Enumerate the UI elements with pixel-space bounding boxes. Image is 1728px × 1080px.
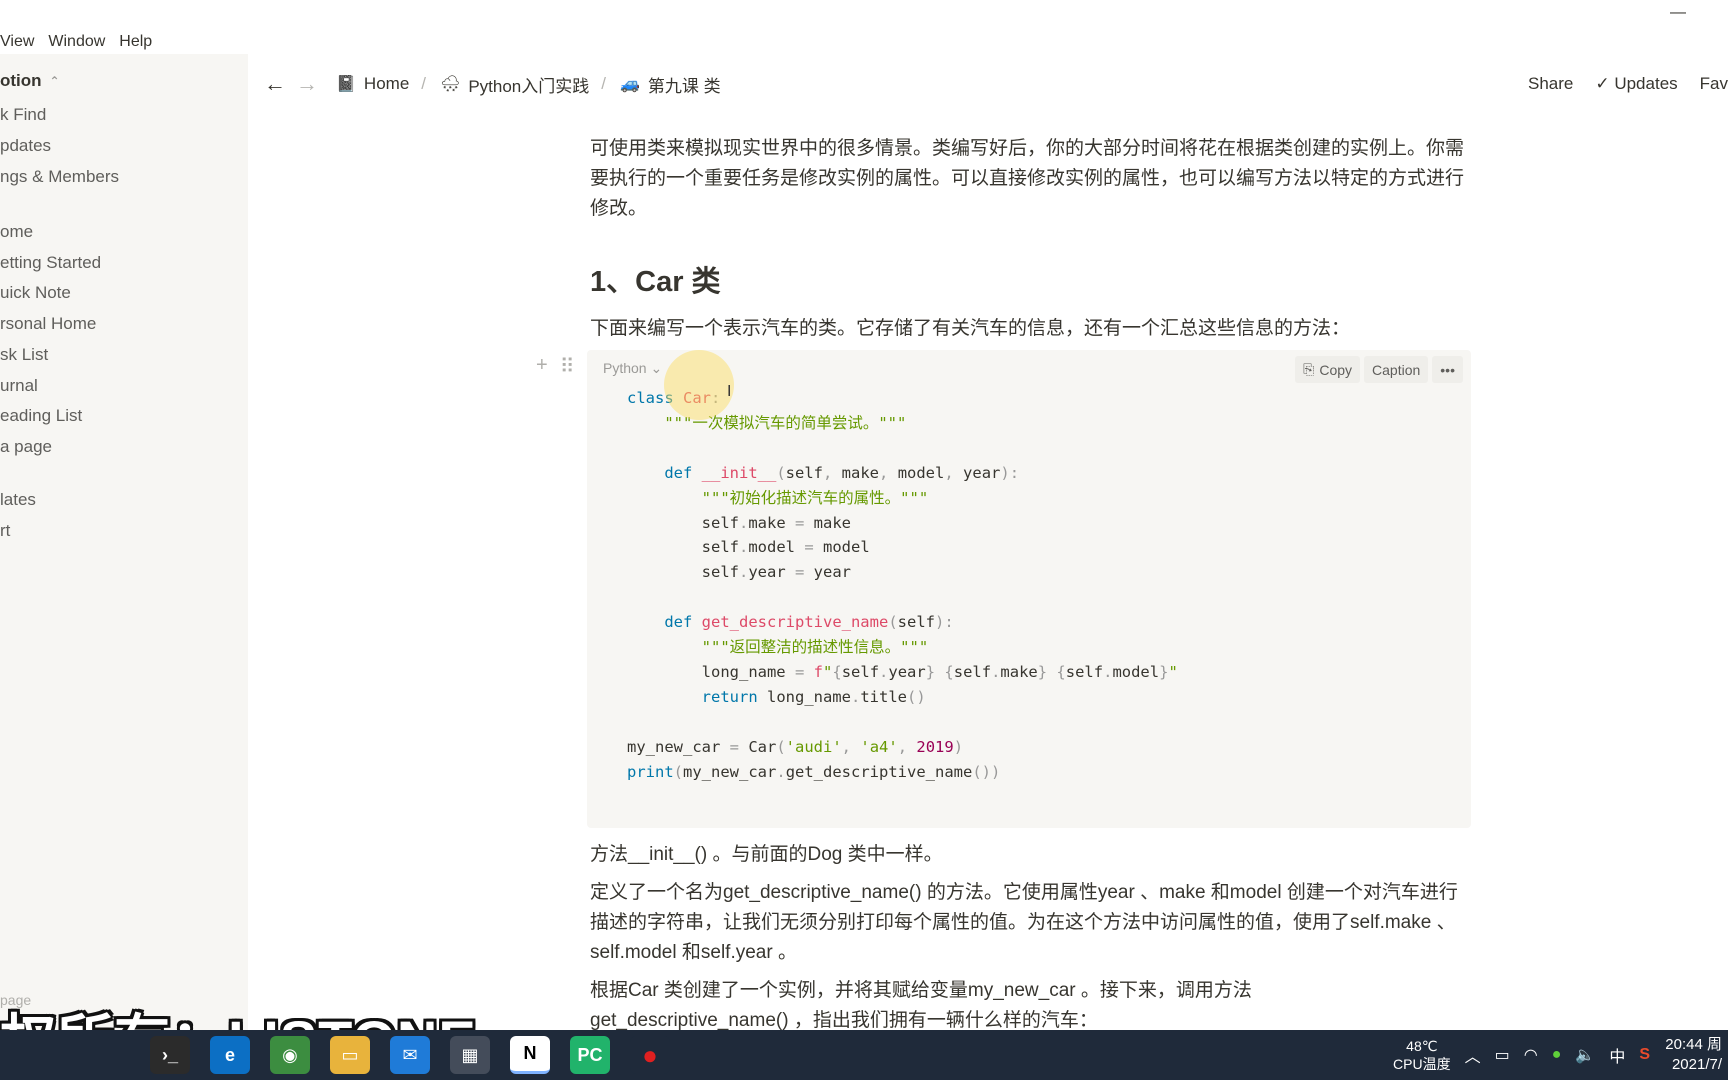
sidebar-page-journal[interactable]: urnal	[0, 376, 38, 396]
window-titlebar: —	[0, 0, 1728, 26]
sidebar: otion ⌃ k Find pdates ngs & Members ome …	[0, 54, 248, 1030]
intro-paragraph: 可使用类来模拟现实世界中的很多情景。类编写好后，你的大部分时间将花在根据类创建的…	[590, 138, 1465, 219]
volume-icon[interactable]: 🔈	[1575, 1045, 1595, 1065]
clock[interactable]: 20:44 周 2021/7/	[1664, 1035, 1722, 1075]
chevron-updown-icon: ⌃	[49, 74, 60, 88]
code-actions: ⎘ Copy Caption •••	[1295, 356, 1463, 383]
minimize-button[interactable]: —	[1670, 4, 1686, 22]
taskbar-apps: ›_ e ◉ ▭ ✉ ▦ N PC ●	[150, 1036, 670, 1074]
drag-handle-icon[interactable]: ⠿	[560, 354, 575, 379]
temp-label: CPU温度	[1393, 1056, 1451, 1072]
workspace-name: otion	[0, 71, 42, 90]
lead-paragraph: 下面来编写一个表示汽车的类。它存储了有关汽车的信息，还有一个汇总这些信息的方法：	[590, 318, 1351, 339]
temp-value: 48℃	[1406, 1038, 1438, 1054]
mail-icon[interactable]: ✉	[390, 1036, 430, 1074]
taskbar: ›_ e ◉ ▭ ✉ ▦ N PC ● 48℃ CPU温度 ︿ ▭ ◠ ● 🔈 …	[0, 1030, 1728, 1080]
code-block[interactable]: Python ⌄ ⎘ Copy Caption ••• class Car: ""…	[587, 350, 1471, 828]
menu-window[interactable]: Window	[48, 29, 112, 55]
menu-view[interactable]: View	[0, 29, 41, 55]
code-language-select[interactable]: Python ⌄	[603, 360, 662, 377]
sidebar-page-getting-started[interactable]: etting Started	[0, 253, 101, 273]
forward-arrow-icon[interactable]: →	[292, 71, 322, 97]
copy-icon: ⎘	[1303, 361, 1315, 377]
file-explorer-icon[interactable]: ▭	[330, 1036, 370, 1074]
pycharm-icon[interactable]: PC	[570, 1036, 610, 1074]
sidebar-item-templates[interactable]: lates	[0, 490, 36, 510]
wifi-icon[interactable]: ◠	[1524, 1045, 1538, 1065]
back-arrow-icon[interactable]: ←	[260, 71, 290, 97]
menu-help[interactable]: Help	[119, 29, 159, 55]
caption-button[interactable]: Caption	[1364, 356, 1429, 383]
sidebar-item-settings[interactable]: ngs & Members	[0, 167, 119, 187]
sidebar-page-task-list[interactable]: sk List	[0, 345, 48, 365]
code-text[interactable]: class Car: """一次模拟汽车的简单尝试。""" def __init…	[627, 386, 1178, 785]
breadcrumb-separator: /	[601, 74, 606, 93]
menu-bar: View Window Help	[0, 29, 166, 55]
text-cursor-icon: I	[727, 383, 732, 400]
sidebar-item-quick-find[interactable]: k Find	[0, 105, 46, 125]
sogou-icon[interactable]: S	[1639, 1046, 1650, 1064]
breadcrumb-home[interactable]: 📓 Home	[336, 74, 409, 94]
copy-button[interactable]: ⎘ Copy	[1295, 356, 1361, 383]
store-icon[interactable]: ▦	[450, 1036, 490, 1074]
edge-icon[interactable]: e	[210, 1036, 250, 1074]
breadcrumb-label: 第九课 类	[647, 76, 721, 96]
snow-cloud-icon: 🌨	[440, 76, 461, 93]
topbar: ← → 📓 Home / 🌨 Python入门实践 / 🚙 第九课 类 Shar…	[248, 62, 1728, 106]
sidebar-page-personal-home[interactable]: rsonal Home	[0, 314, 96, 334]
sidebar-page-quick-note[interactable]: uick Note	[0, 283, 71, 303]
page-content: 可使用类来模拟现实世界中的很多情景。类编写好后，你的大部分时间将花在根据类创建的…	[590, 104, 1474, 344]
sidebar-item-import[interactable]: rt	[0, 521, 10, 541]
breadcrumb-lesson9[interactable]: 🚙 第九课 类	[620, 72, 721, 97]
plus-icon[interactable]: +	[536, 354, 548, 379]
security-icon[interactable]: ●	[1552, 1046, 1562, 1064]
workspace-switcher[interactable]: otion ⌃	[0, 71, 60, 91]
paragraph-instance: 根据Car 类创建了一个实例，并将其赋给变量my_new_car 。接下来，调用…	[590, 980, 1252, 1001]
paragraph-init: 方法__init__() 。与前面的Dog 类中一样。	[590, 844, 943, 865]
clock-time: 20:44 周	[1665, 1036, 1722, 1053]
updates-button[interactable]: ✓ Updates	[1595, 74, 1677, 94]
after-code-content: 方法__init__() 。与前面的Dog 类中一样。 定义了一个名为get_d…	[590, 840, 1474, 1044]
section-heading: 1、Car 类	[590, 266, 721, 298]
breadcrumb-label: Python入门实践	[468, 76, 590, 96]
share-button[interactable]: Share	[1528, 74, 1573, 94]
topbar-actions: Share ✓ Updates Fav	[1528, 62, 1728, 106]
updates-label: Updates	[1614, 74, 1678, 93]
ime-indicator[interactable]: 中	[1609, 1043, 1625, 1067]
breadcrumb-separator: /	[421, 74, 427, 93]
more-options-button[interactable]: •••	[1432, 356, 1463, 383]
chrome-icon[interactable]: ◉	[270, 1036, 310, 1074]
copy-label: Copy	[1319, 361, 1353, 378]
notebook-icon: 📓	[336, 76, 356, 93]
car-icon: 🚙	[620, 76, 640, 93]
clock-date: 2021/7/	[1671, 1056, 1722, 1073]
terminal-icon[interactable]: ›_	[150, 1036, 190, 1074]
record-icon[interactable]: ●	[630, 1036, 670, 1074]
battery-icon[interactable]: ▭	[1495, 1045, 1510, 1065]
sidebar-page-home[interactable]: ome	[0, 222, 33, 242]
chevron-up-icon[interactable]: ︿	[1465, 1043, 1481, 1067]
block-handle: + ⠿	[536, 354, 574, 379]
favorite-button[interactable]: Fav	[1700, 74, 1728, 94]
sidebar-add-page[interactable]: a page	[0, 437, 52, 457]
notion-icon[interactable]: N	[510, 1036, 550, 1074]
sidebar-item-updates[interactable]: pdates	[0, 136, 51, 156]
cpu-temperature: 48℃ CPU温度	[1393, 1037, 1451, 1073]
cursor-highlight	[664, 350, 734, 420]
breadcrumb-label: Home	[363, 74, 410, 93]
check-icon: ✓	[1595, 74, 1615, 93]
paragraph-descriptive-name: 定义了一个名为get_descriptive_name() 的方法。它使用属性y…	[590, 882, 1458, 963]
breadcrumb-python[interactable]: 🌨 Python入门实践	[440, 72, 589, 97]
code-language-label: Python	[603, 360, 647, 376]
system-tray: 48℃ CPU温度 ︿ ▭ ◠ ● 🔈 中 S 20:44 周 2021/7/	[1393, 1030, 1728, 1080]
sidebar-page-reading-list[interactable]: eading List	[0, 406, 82, 426]
chevron-down-icon: ⌄	[650, 360, 663, 376]
